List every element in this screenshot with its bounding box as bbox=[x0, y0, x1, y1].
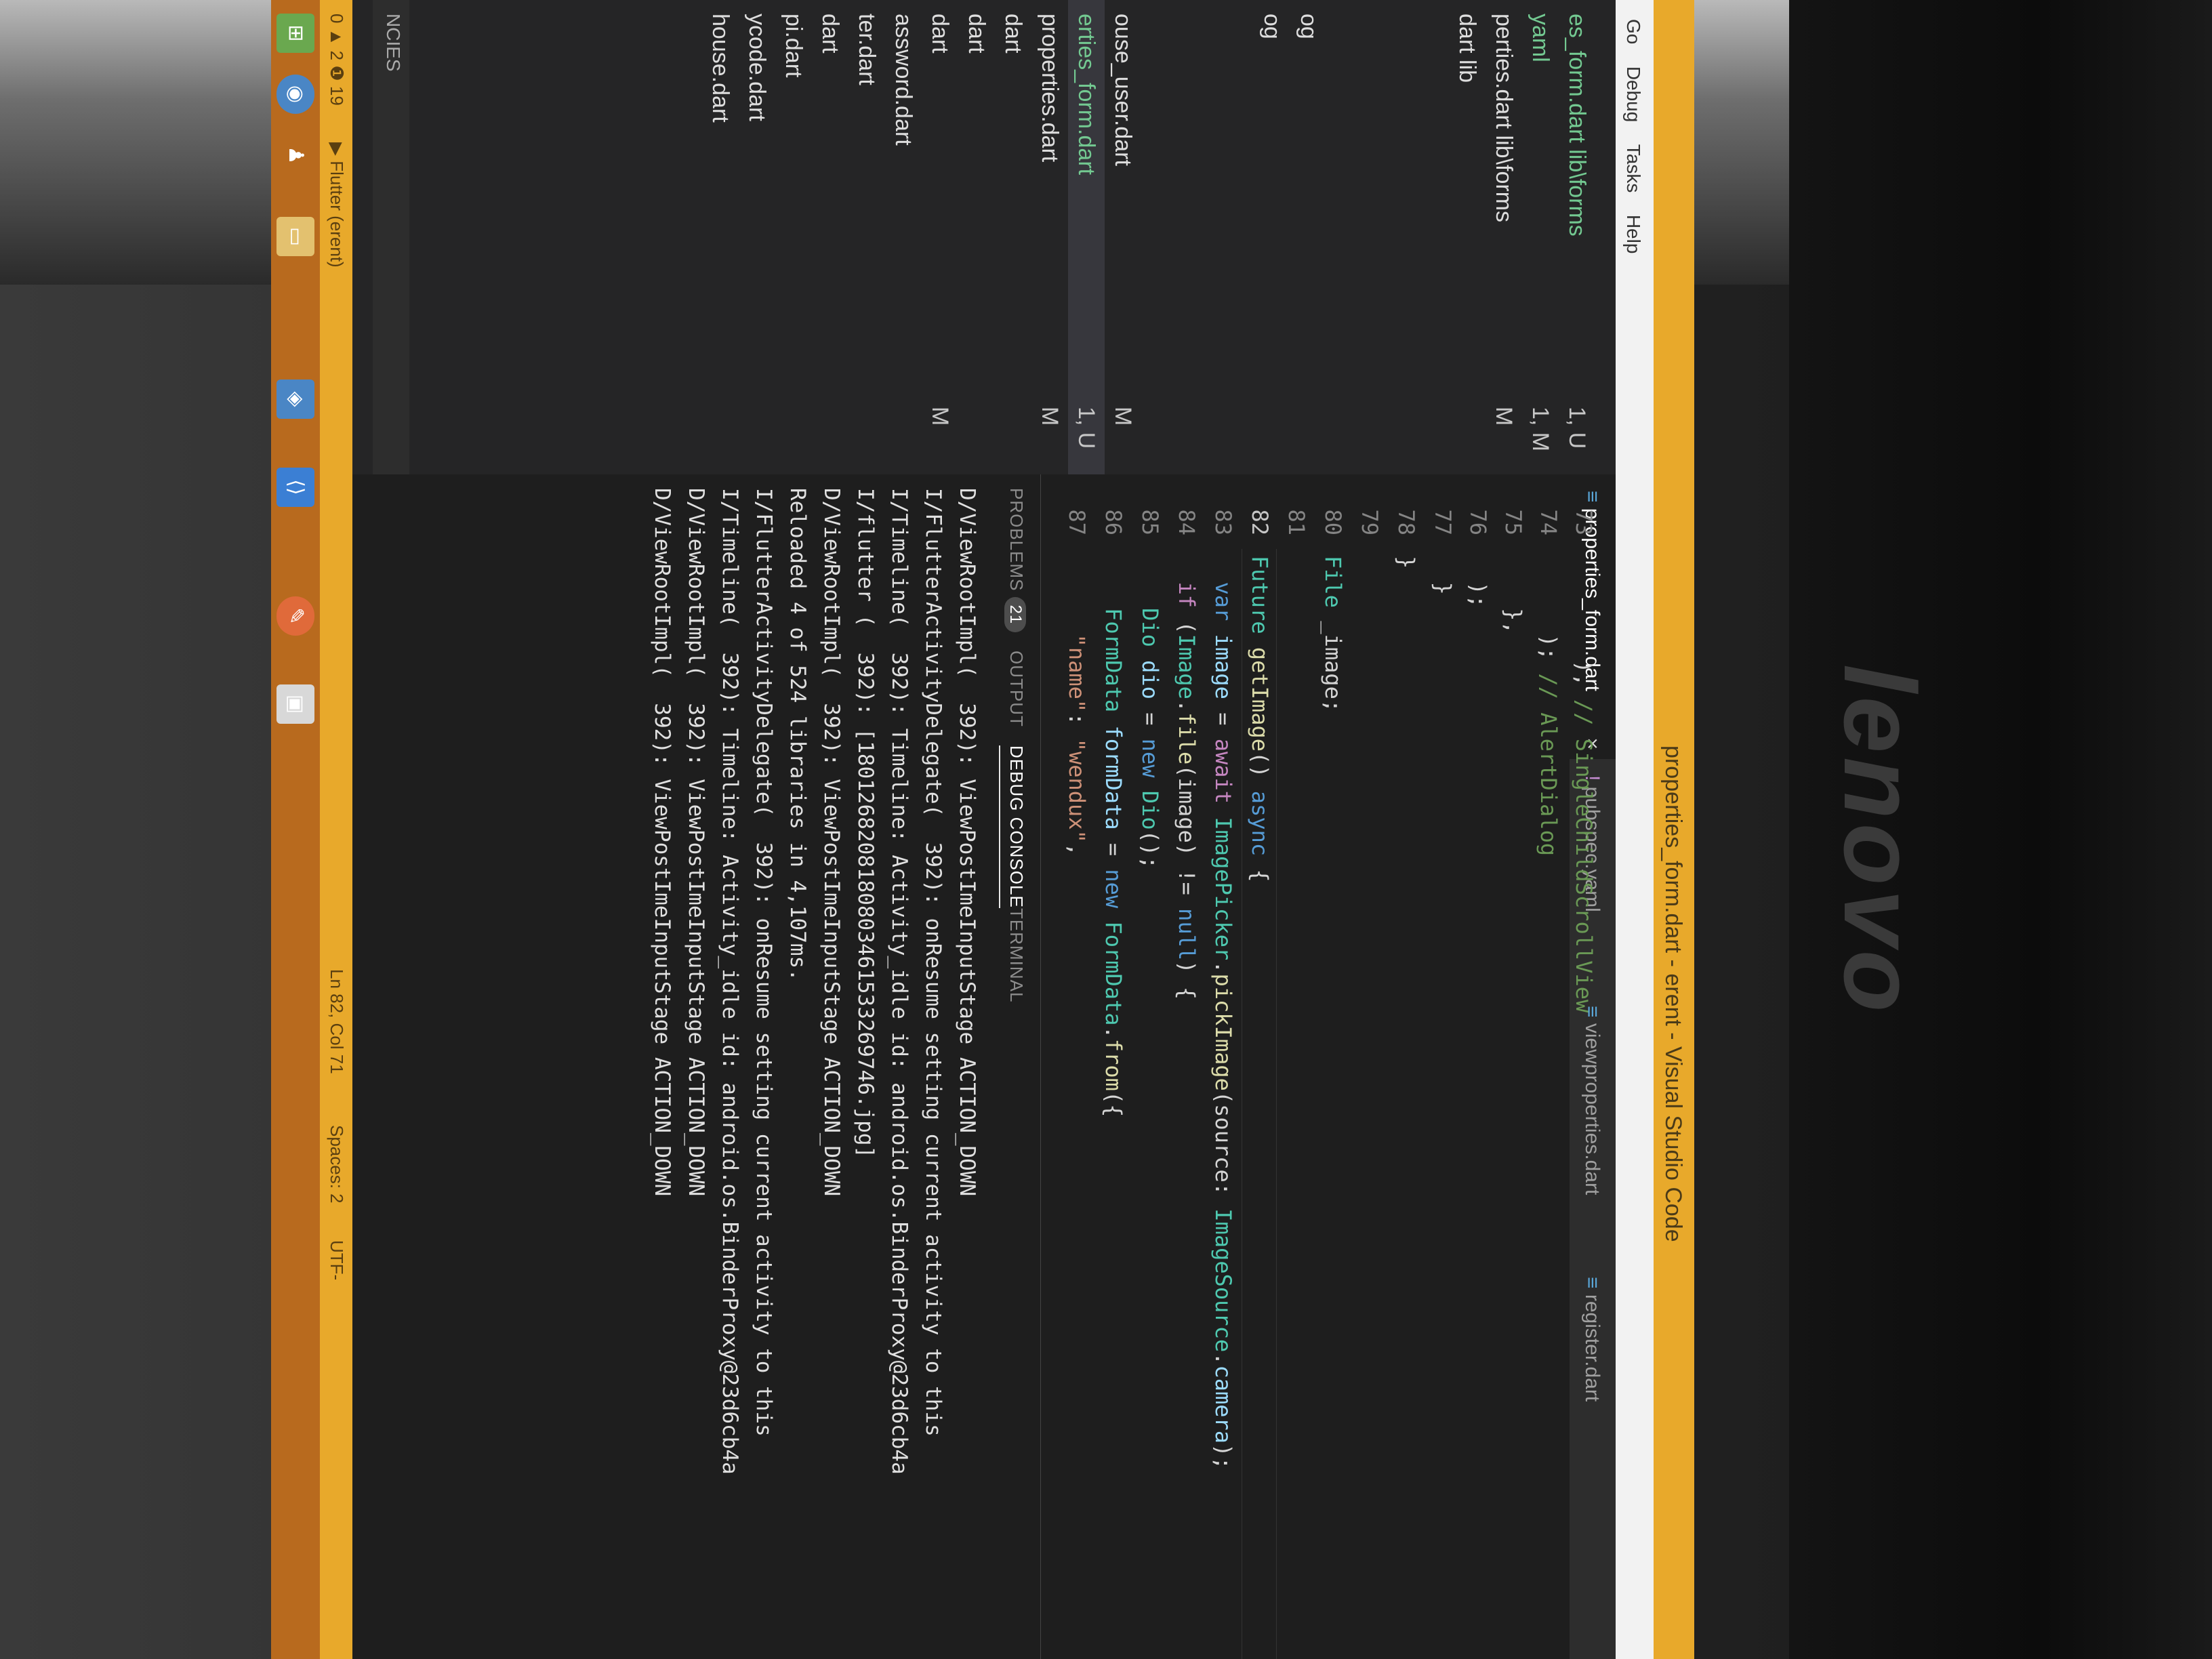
sidebar-item[interactable]: pi.dart bbox=[775, 0, 812, 474]
line-number: 80 bbox=[1320, 509, 1346, 535]
indentation-setting[interactable]: Spaces: 2 bbox=[326, 1125, 347, 1204]
menu-bar: Go Debug Tasks Help bbox=[1616, 0, 1654, 1659]
sidebar-item[interactable]: perties.dart lib\forms M bbox=[1486, 0, 1522, 474]
laptop-brand-logo: lenovo bbox=[1823, 664, 1937, 1017]
tab-debug-console[interactable]: DEBUG CONSOLE bbox=[999, 745, 1027, 908]
title-bar: properties_form.dart - erent - Visual St… bbox=[1654, 0, 1694, 1659]
console-line: I/flutter ( 392): [180126820818080346153… bbox=[853, 488, 878, 1159]
sidebar-item[interactable]: og bbox=[1254, 0, 1290, 474]
tab-terminal[interactable]: TERMINAL bbox=[1006, 908, 1027, 1002]
sidebar-item[interactable]: house.dart bbox=[702, 0, 739, 474]
line-number: 76 bbox=[1465, 509, 1491, 535]
puzzle-icon[interactable]: ◈ bbox=[276, 380, 314, 419]
windows-icon[interactable]: ⊞ bbox=[276, 14, 314, 53]
console-line: D/ViewRootImpl( 392): ViewPostImeInputSt… bbox=[650, 488, 674, 1197]
cursor-position[interactable]: Ln 82, Col 71 bbox=[326, 969, 347, 1074]
line-number: 75 bbox=[1500, 509, 1526, 535]
sidebar-item-selected[interactable]: erties_form.dart 1, U bbox=[1068, 0, 1105, 474]
console-line: I/FlutterActivityDelegate( 392): onResum… bbox=[752, 488, 776, 1437]
code-line: } bbox=[1430, 556, 1456, 595]
explorer-sidebar: es_form.dart lib\forms 1, U yaml 1, M pert… bbox=[352, 0, 1616, 474]
panel-tabs: PROBLEMS21 OUTPUT DEBUG CONSOLE TERMINAL bbox=[993, 474, 1040, 1659]
windows-taskbar: ⊞ ◉ ♟ ▭ ◈ ⟨⟩ ✎ ▣ bbox=[271, 0, 320, 1659]
sidebar-item[interactable]: dart M bbox=[922, 0, 958, 474]
line-number: 83 bbox=[1210, 509, 1236, 535]
line-number: 77 bbox=[1430, 509, 1456, 535]
tab-output[interactable]: OUTPUT bbox=[1006, 651, 1027, 727]
console-line: I/Timeline( 392): Timeline: Activity_idl… bbox=[887, 488, 912, 1475]
console-line: I/Timeline( 392): Timeline: Activity_idl… bbox=[718, 488, 742, 1475]
chrome-icon[interactable]: ◉ bbox=[276, 75, 314, 114]
console-line: D/ViewRootImpl( 392): ViewPostImeInputSt… bbox=[819, 488, 844, 1197]
console-line: I/FlutterActivityDelegate( 392): onResum… bbox=[921, 488, 945, 1437]
code-line: ), // SingleChildScrollView bbox=[1571, 556, 1597, 1013]
code-line: if (Image.file(image) != null) { bbox=[1174, 581, 1200, 1000]
tab-register[interactable]: ≡ register.dart bbox=[1570, 1261, 1616, 1477]
code-editor[interactable]: 73 74 75 76 77 78 79 80 81 82 83 84 85 8… bbox=[1041, 474, 1597, 1659]
line-number: 78 bbox=[1393, 509, 1419, 535]
line-number-gutter: 73 74 75 76 77 78 79 80 81 82 83 84 85 8… bbox=[1041, 474, 1597, 549]
code-line: var image = await ImagePicker.pickImage(… bbox=[1210, 581, 1236, 1470]
menu-debug[interactable]: Debug bbox=[1622, 66, 1644, 123]
line-number: 73 bbox=[1571, 509, 1597, 535]
code-line: ); // AlertDialog bbox=[1536, 556, 1561, 857]
menu-tasks[interactable]: Tasks bbox=[1622, 144, 1644, 193]
sidebar-item[interactable]: ouse_user.dart M bbox=[1105, 0, 1141, 474]
sidebar-item[interactable]: properties.dart M bbox=[1031, 0, 1068, 474]
line-number: 86 bbox=[1101, 509, 1126, 535]
sidebar-item[interactable]: yaml 1, M bbox=[1522, 0, 1559, 474]
code-area[interactable]: ), // SingleChildScrollView ); // AlertD… bbox=[1041, 556, 1597, 1659]
explorer-icon[interactable]: ♟ bbox=[276, 136, 314, 175]
line-number: 81 bbox=[1284, 509, 1309, 535]
line-number: 85 bbox=[1137, 509, 1163, 535]
menu-help[interactable]: Help bbox=[1622, 215, 1644, 254]
sidebar-item[interactable]: es_form.dart lib\forms 1, U bbox=[1559, 0, 1595, 474]
paint-icon[interactable]: ✎ bbox=[276, 596, 314, 636]
console-line: D/ViewRootImpl( 392): ViewPostImeInputSt… bbox=[955, 488, 979, 1197]
dart-file-icon: ≡ bbox=[1581, 1277, 1603, 1294]
line-number-current: 82 bbox=[1247, 509, 1273, 535]
code-line: File _image; bbox=[1320, 556, 1346, 713]
sidebar-item[interactable]: og bbox=[1290, 0, 1327, 474]
sidebar-item[interactable]: dart bbox=[812, 0, 848, 474]
line-number: 79 bbox=[1357, 509, 1382, 535]
folder-icon[interactable]: ▭ bbox=[276, 217, 314, 256]
line-number: 74 bbox=[1536, 509, 1561, 535]
code-line: } bbox=[1393, 556, 1419, 569]
code-line: Dio dio = new Dio(); bbox=[1137, 608, 1163, 869]
code-line: "name": "wendux", bbox=[1064, 634, 1090, 857]
sidebar-item[interactable]: dart bbox=[995, 0, 1031, 474]
sidebar-item[interactable]: ycode.dart bbox=[739, 0, 775, 474]
line-number: 87 bbox=[1064, 509, 1090, 535]
status-bar: 0 ▲ 2 ❶ 19 ▶ Flutter (erent) Ln 82, Col … bbox=[320, 0, 352, 1659]
window-title: properties_form.dart - erent - Visual St… bbox=[1660, 745, 1686, 1242]
code-line: }, bbox=[1500, 556, 1526, 634]
tab-problems[interactable]: PROBLEMS21 bbox=[1004, 488, 1027, 633]
bottom-panel: PROBLEMS21 OUTPUT DEBUG CONSOLE TERMINAL… bbox=[352, 474, 1041, 1659]
vscode-window: properties_form.dart - erent - Visual St… bbox=[271, 0, 1694, 1659]
debug-session-status[interactable]: ▶ Flutter (erent) bbox=[326, 142, 347, 268]
app-icon[interactable]: ▣ bbox=[276, 684, 314, 724]
problems-status[interactable]: 0 ▲ 2 ❶ 19 bbox=[326, 14, 347, 106]
console-line: Reloaded 4 of 524 libraries in 4,107ms. bbox=[785, 488, 810, 981]
encoding-setting[interactable]: UTF- bbox=[326, 1240, 347, 1280]
line-number: 84 bbox=[1174, 509, 1200, 535]
sidebar-item[interactable]: dart bbox=[958, 0, 995, 474]
console-line: D/ViewRootImpl( 392): ViewPostImeInputSt… bbox=[684, 488, 708, 1197]
code-line: ); bbox=[1465, 556, 1491, 609]
sidebar-item[interactable]: ter.dart bbox=[848, 0, 885, 474]
menu-go[interactable]: Go bbox=[1622, 19, 1644, 44]
code-line: FormData formData = new FormData.from({ bbox=[1101, 608, 1126, 1118]
vscode-icon[interactable]: ⟨⟩ bbox=[276, 468, 314, 507]
sidebar-item[interactable]: dart lib bbox=[1449, 0, 1486, 474]
code-line: Future getImage() async { bbox=[1247, 556, 1273, 882]
tab-viewproperties[interactable]: ≡ viewproperties.dart bbox=[1570, 989, 1616, 1261]
photo-scene: lenovo properties_form.dart - erent - Vi… bbox=[0, 0, 2212, 1659]
sidebar-item[interactable]: assword.dart bbox=[885, 0, 922, 474]
problems-count-badge: 21 bbox=[1004, 596, 1026, 633]
dependencies-section-header[interactable]: NCIES bbox=[373, 0, 409, 474]
